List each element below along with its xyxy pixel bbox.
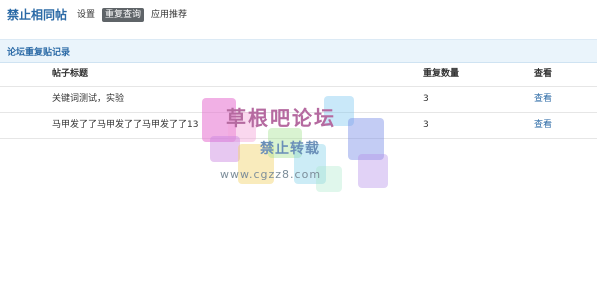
page-title: 禁止相同帖 [7, 8, 68, 22]
table-header-row: 帖子标题 重复数量 查看 [0, 62, 597, 87]
row-count: 3 [423, 120, 429, 130]
column-header-title: 帖子标题 [52, 69, 89, 79]
tab-duplicate-query[interactable]: 重复查询 [102, 8, 145, 22]
row-count: 3 [423, 94, 429, 104]
watermark-block [294, 144, 326, 184]
view-link[interactable]: 查看 [534, 113, 552, 138]
section-header: 论坛重复贴记录 [0, 39, 597, 63]
watermark-block [316, 166, 342, 192]
watermark-block [238, 144, 274, 184]
watermark-url: www.cgzz8.com [220, 168, 322, 181]
table-row: 马甲发了了马甲发了了马甲发了了13 3 查看 [0, 113, 597, 139]
watermark-block [210, 136, 240, 162]
tab-settings[interactable]: 设置 [74, 8, 98, 22]
top-bar: 禁止相同帖 设置 重复查询 应用推荐 [0, 0, 600, 30]
tab-bar: 设置 重复查询 应用推荐 [74, 8, 190, 22]
row-title: 关键词测试，实验 [52, 94, 125, 104]
watermark-subtitle: 禁止转载 [260, 141, 320, 157]
column-header-view: 查看 [534, 69, 553, 79]
duplicate-records-table: 帖子标题 重复数量 查看 关键词测试，实验 3 查看 马甲发了了马甲发了了马甲发… [0, 62, 597, 139]
view-link[interactable]: 查看 [534, 87, 552, 112]
row-title: 马甲发了了马甲发了了马甲发了了13 [52, 120, 199, 130]
table-row: 关键词测试，实验 3 查看 [0, 87, 597, 113]
watermark-block [358, 154, 388, 188]
section-title: 论坛重复贴记录 [7, 48, 71, 58]
column-header-count: 重复数量 [423, 69, 460, 79]
tab-app-recommend[interactable]: 应用推荐 [148, 8, 190, 22]
